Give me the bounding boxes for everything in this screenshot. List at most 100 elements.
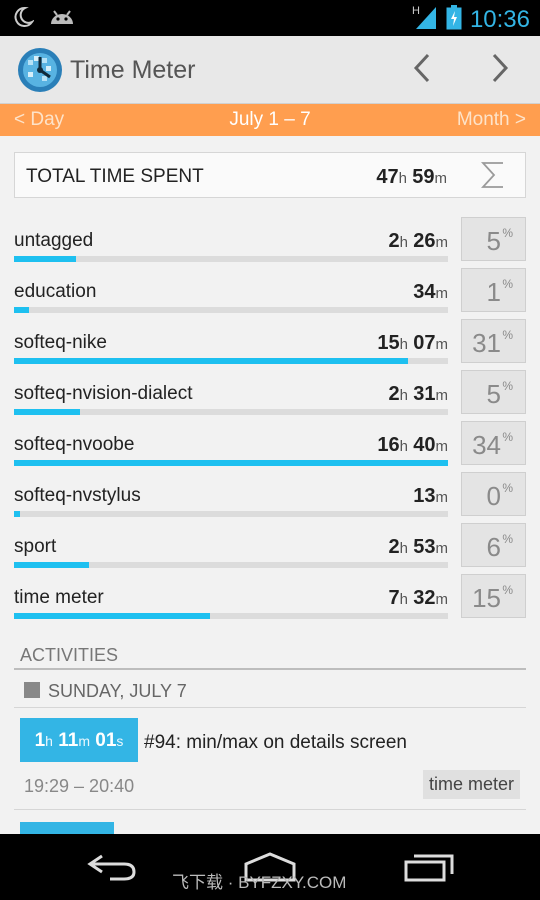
tag-hours: 16: [377, 434, 400, 456]
tag-minutes-unit: m: [435, 489, 449, 506]
tag-name: time meter: [14, 587, 104, 608]
tag-name: sport: [14, 536, 57, 557]
tag-percent-box: 0 %: [461, 472, 526, 516]
tag-row[interactable]: softeq-nvstylus 13m 0 %: [14, 471, 526, 522]
tag-list: untagged 2h 26m 5 % education 34m 1 % so…: [14, 216, 526, 624]
watermark: 飞下载 · BYFZXY.COM: [172, 873, 347, 892]
day-label: SUNDAY, JULY 7: [48, 681, 187, 701]
tag-minutes: 07: [413, 332, 436, 354]
tag-hours-unit: h: [399, 234, 408, 251]
next-button[interactable]: [480, 50, 520, 90]
tag-progress-fill: [14, 562, 90, 568]
tag-progress-fill: [14, 511, 20, 517]
tag-percent: 15: [472, 583, 501, 613]
back-icon[interactable]: [86, 852, 138, 887]
activity-time-range: 19:29 – 20:40: [24, 776, 135, 796]
tag-row[interactable]: softeq-nvision-dialect 2h 31m 5 %: [14, 369, 526, 420]
tag-time: 7h 32m: [389, 587, 449, 610]
action-bar: Time Meter: [0, 36, 540, 104]
tag-time: 2h 53m: [389, 536, 449, 559]
tag-percent: 1: [486, 277, 501, 307]
activity-seconds: 01: [95, 730, 117, 751]
tag-minutes: 32: [413, 587, 436, 609]
activities-header-label: ACTIVITIES: [20, 645, 119, 665]
tag-minutes-unit: m: [435, 438, 449, 455]
tag-minutes: 53: [413, 536, 436, 558]
tag-progress-fill: [14, 613, 211, 619]
tag-row[interactable]: untagged 2h 26m 5 %: [14, 216, 526, 267]
tag-minutes: 40: [413, 434, 436, 456]
tag-hours: 7: [388, 587, 400, 609]
tag-percent: 5: [486, 379, 501, 409]
tag-percent: 0: [486, 481, 501, 511]
tag-progress-fill: [14, 358, 408, 364]
period-next-button[interactable]: Month >: [457, 109, 526, 131]
recents-icon[interactable]: [402, 852, 454, 887]
tag-progress-track: [14, 613, 448, 619]
tag-row[interactable]: softeq-nike 15h 07m 31 %: [14, 318, 526, 369]
next-activity-chip[interactable]: [20, 822, 114, 834]
tag-minutes: 31: [413, 383, 436, 405]
tag-progress-fill: [14, 307, 30, 313]
tag-row[interactable]: time meter 7h 32m 15 %: [14, 573, 526, 624]
tag-time: 13m: [413, 485, 448, 508]
tag-hours: 2: [388, 383, 400, 405]
tag-name: untagged: [14, 230, 94, 251]
battery-icon: [446, 4, 462, 35]
tag-percent: 6: [486, 532, 501, 562]
tag-minutes-unit: m: [435, 336, 449, 353]
tag-percent-box: 5 %: [461, 370, 526, 414]
tag-percent-sign: %: [502, 430, 513, 444]
tag-progress-track: [14, 562, 448, 568]
tag-progress-fill: [14, 409, 80, 415]
app-icon[interactable]: [16, 46, 64, 94]
status-bar: H 10:36: [0, 0, 540, 36]
tag-progress-track: [14, 511, 448, 517]
tag-minutes-unit: m: [435, 591, 449, 608]
tag-percent-sign: %: [502, 328, 513, 342]
total-hours-unit: h: [398, 170, 407, 187]
tag-minutes-unit: m: [435, 387, 449, 404]
tag-minutes: 26: [413, 230, 436, 252]
tag-percent-box: 5 %: [461, 217, 526, 261]
tag-hours-unit: h: [399, 591, 408, 608]
tag-percent-sign: %: [502, 226, 513, 240]
tag-percent-box: 31 %: [461, 319, 526, 363]
tag-percent-box: 34 %: [461, 421, 526, 465]
sigma-icon[interactable]: [480, 159, 505, 196]
tag-progress-track: [14, 460, 448, 466]
tag-name: softeq-nvstylus: [14, 485, 141, 506]
tag-percent-sign: %: [502, 481, 513, 495]
tag-progress-fill: [14, 256, 77, 262]
total-time: 47h 59m: [376, 166, 447, 189]
tag-percent-sign: %: [502, 379, 513, 393]
navigation-bar: 飞下载 · BYFZXY.COM: [0, 834, 540, 900]
tag-minutes: 13: [413, 485, 436, 507]
tag-minutes-unit: m: [435, 234, 449, 251]
tag-progress-track: [14, 256, 448, 262]
activity-item[interactable]: 1h 11m 01s #94: min/max on details scree…: [14, 718, 526, 810]
status-clock: 10:36: [469, 5, 530, 33]
day-header: SUNDAY, JULY 7: [14, 672, 526, 708]
activity-hours: 1: [34, 730, 46, 751]
activity-tag[interactable]: time meter: [422, 770, 520, 799]
total-label: TOTAL TIME SPENT: [26, 166, 204, 187]
tag-progress-track: [14, 409, 448, 415]
tag-name: education: [14, 281, 97, 302]
day-square-icon: [24, 682, 40, 698]
tag-row[interactable]: sport 2h 53m 6 %: [14, 522, 526, 573]
tag-row[interactable]: softeq-nvoobe 16h 40m 34 %: [14, 420, 526, 471]
tag-progress-fill: [14, 460, 448, 466]
tag-percent: 5: [486, 226, 501, 256]
previous-button[interactable]: [402, 50, 442, 90]
tag-row[interactable]: education 34m 1 %: [14, 267, 526, 318]
activity-title: #94: min/max on details screen: [144, 732, 407, 753]
tag-time: 15h 07m: [377, 332, 448, 355]
signal-icon: H: [412, 3, 438, 36]
tag-percent-sign: %: [502, 583, 513, 597]
activity-duration: 1h 11m 01s: [20, 718, 138, 762]
total-time-card: TOTAL TIME SPENT 47h 59m: [14, 152, 526, 198]
tag-percent: 34: [472, 430, 501, 460]
period-prev-button[interactable]: < Day: [14, 109, 64, 131]
activity-hours-unit: h: [45, 733, 53, 749]
